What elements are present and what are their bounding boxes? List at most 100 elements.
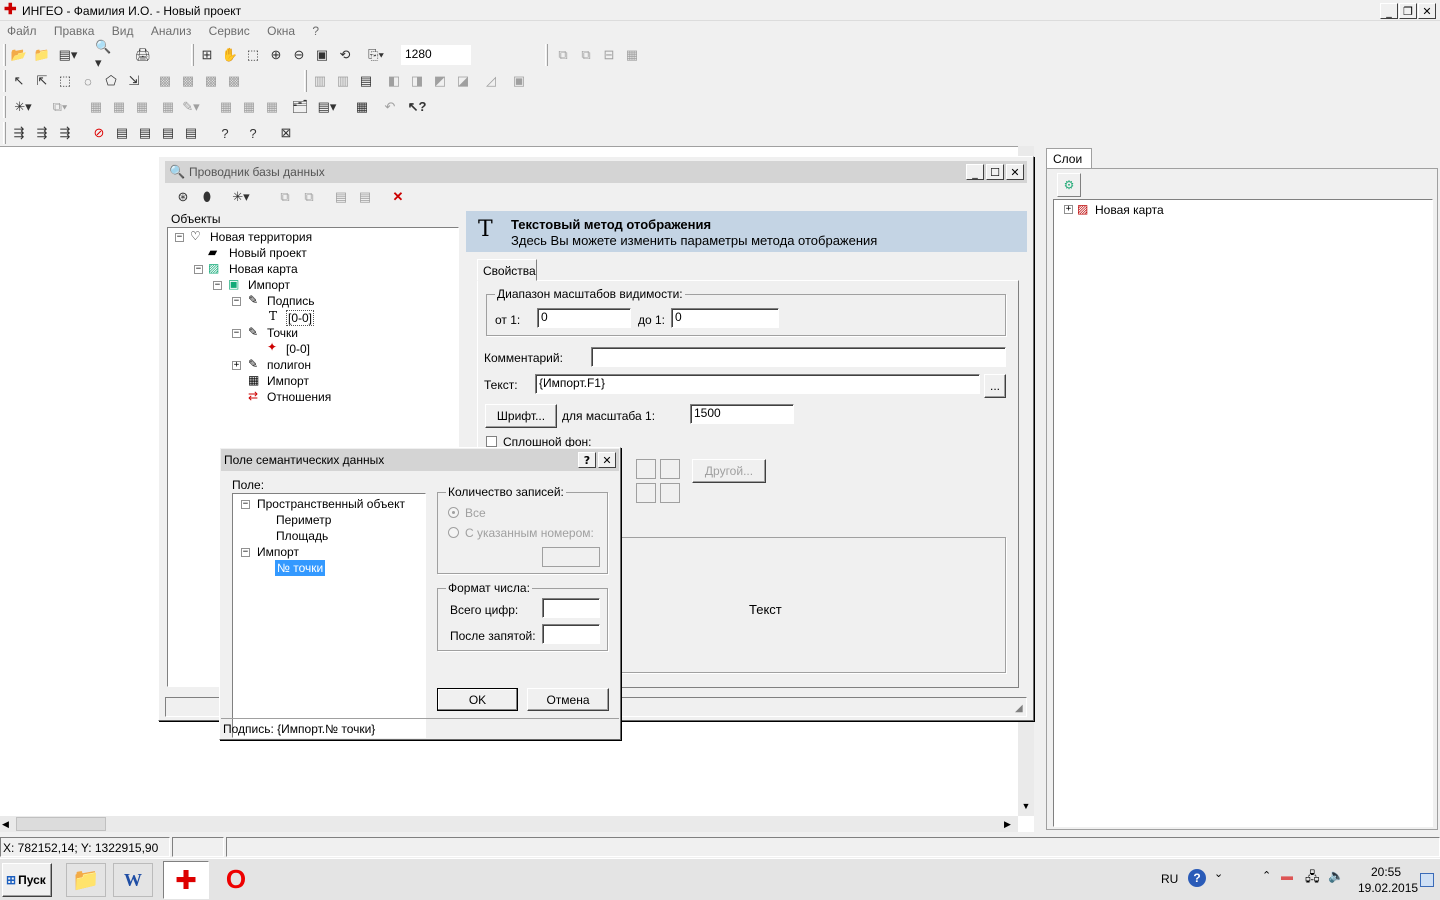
toolbar-grip[interactable] [3, 96, 6, 118]
tree-item[interactable]: Пространственный объект [257, 497, 405, 511]
select-line-icon[interactable]: ⇲ [124, 71, 144, 91]
scroll-down-arrow-icon[interactable]: ▼ [1018, 798, 1034, 814]
collapse-icon[interactable]: − [241, 500, 250, 509]
menu-service[interactable]: Сервис [209, 24, 250, 38]
layers-tab[interactable]: Слои [1046, 148, 1092, 169]
zoom-window-icon[interactable]: ⬚ [243, 45, 263, 65]
toolbar-grip[interactable] [3, 122, 6, 144]
obj-a-icon[interactable]: ▦ [86, 97, 106, 117]
minimize-button[interactable]: _ [1380, 3, 1398, 19]
dialog-close-button[interactable]: ✕ [598, 452, 616, 468]
db-paste-icon[interactable]: ⧉ [299, 187, 319, 207]
db-b-icon[interactable]: ▤ [135, 123, 155, 143]
obj-b-icon[interactable]: ▦ [109, 97, 129, 117]
tree-item[interactable]: Новая территория [210, 230, 312, 244]
tree-item[interactable]: Подпись [267, 294, 315, 308]
scale-input[interactable]: 1280 [401, 45, 471, 65]
subtract-icon[interactable]: ◩ [430, 71, 450, 91]
radio-all[interactable] [448, 507, 459, 518]
record-number-input[interactable] [542, 547, 600, 567]
print-icon[interactable]: 🖨 [133, 45, 153, 65]
layers-tree-item[interactable]: Новая карта [1095, 203, 1164, 217]
query-a-icon[interactable]: ? [215, 123, 235, 143]
db-open-icon[interactable]: ⬮ [197, 187, 217, 207]
tree-item[interactable]: Новая карта [229, 262, 298, 276]
cut-line-icon[interactable]: ◿ [481, 71, 501, 91]
menu-file[interactable]: Файл [7, 24, 37, 38]
calculator-icon[interactable]: ▦ [622, 45, 642, 65]
color-swatch[interactable] [660, 483, 680, 503]
copy-window-icon[interactable]: ⧉ [576, 45, 596, 65]
collapse-icon[interactable]: − [194, 265, 203, 274]
scroll-right-arrow-icon[interactable]: ▶ [1004, 816, 1018, 832]
db-c-icon[interactable]: ▤ [158, 123, 178, 143]
zoom-in-icon[interactable]: ⊕ [266, 45, 286, 65]
open-project-icon[interactable]: 📂 [9, 45, 29, 65]
db-minimize-button[interactable]: _ [966, 164, 984, 180]
toolbar-grip[interactable] [3, 70, 6, 92]
help-tray-icon[interactable]: ? [1188, 869, 1206, 887]
tree-item-selected[interactable]: № точки [275, 560, 326, 576]
ok-button[interactable]: OK [437, 688, 518, 711]
layer-settings-icon[interactable]: ⚙ [1057, 173, 1081, 197]
collapse-icon[interactable]: − [232, 297, 241, 306]
db-d-icon[interactable]: ▤ [181, 123, 201, 143]
edit-d-icon[interactable]: ▩ [224, 71, 244, 91]
arrange-icon[interactable]: ⊟ [599, 45, 619, 65]
route-a-icon[interactable]: ⇶ [9, 123, 29, 143]
db-maximize-button[interactable]: ☐ [986, 164, 1004, 180]
db-up-icon[interactable]: ▤ [331, 187, 351, 207]
total-digits-input[interactable] [542, 598, 600, 618]
resize-grip-icon[interactable]: ◢ [1015, 703, 1023, 714]
toolbar-grip[interactable] [191, 44, 194, 66]
expand-icon[interactable]: + [1064, 205, 1073, 214]
xor-icon[interactable]: ◪ [453, 71, 473, 91]
stop-icon[interactable]: ⊘ [89, 123, 109, 143]
flag-tray-icon[interactable]: ▬ [1281, 869, 1293, 883]
hscroll-thumb[interactable] [16, 817, 106, 831]
whats-this-icon[interactable]: ↖? [407, 97, 427, 117]
show-hidden-icons-icon[interactable]: ⌃ [1262, 869, 1271, 882]
select-rect-icon[interactable]: ⬚ [55, 71, 75, 91]
route-c-icon[interactable]: ⇶ [55, 123, 75, 143]
radio-numbered[interactable] [448, 527, 459, 538]
menu-edit[interactable]: Правка [54, 24, 95, 38]
toolbar-grip[interactable] [545, 44, 548, 66]
collapse-icon[interactable]: − [175, 233, 184, 242]
intersect-icon[interactable]: ◨ [407, 71, 427, 91]
db-a-icon[interactable]: ▤ [112, 123, 132, 143]
tree-item[interactable]: Площадь [276, 529, 328, 543]
db-down-icon[interactable]: ▤ [355, 187, 375, 207]
undo-icon[interactable]: ↶ [380, 97, 400, 117]
frame-icon[interactable]: ▣ [509, 71, 529, 91]
tree-item[interactable]: Импорт [248, 278, 290, 292]
other-color-button[interactable]: Другой... [692, 459, 766, 483]
tree-item[interactable]: [0-0] [286, 310, 315, 326]
comment-input[interactable] [591, 347, 1006, 367]
db-explorer-icon[interactable]: 🗂 [290, 97, 310, 117]
volume-tray-icon[interactable]: 🔈 [1328, 868, 1344, 884]
tree-item[interactable]: полигон [267, 358, 311, 372]
language-indicator[interactable]: RU [1161, 872, 1178, 886]
select-polygon-icon[interactable]: ⬠ [101, 71, 121, 91]
color-swatch[interactable] [660, 459, 680, 479]
report-icon[interactable]: ▦ [352, 97, 372, 117]
to-scale-input[interactable]: 0 [671, 308, 779, 328]
expand-icon[interactable]: + [232, 361, 241, 370]
copy-object-dropdown-icon[interactable]: ⧉▾ [50, 97, 70, 117]
collapse-icon[interactable]: − [213, 281, 222, 290]
start-button[interactable]: ⊞ Пуск [2, 863, 52, 897]
font-button[interactable]: Шрифт... [485, 404, 557, 428]
solid-bg-checkbox[interactable] [486, 436, 497, 447]
font-scale-input[interactable]: 1500 [690, 404, 794, 424]
ingeo-taskbar-icon[interactable]: ✚ [163, 861, 209, 899]
select-node-icon[interactable]: ⇱ [32, 71, 52, 91]
db-connect-icon[interactable]: ⊛ [173, 187, 193, 207]
search-dropdown-icon[interactable]: 🔍▾ [95, 39, 115, 70]
obj-c-icon[interactable]: ▦ [132, 97, 152, 117]
scale-dropdown-icon[interactable]: ⎘▾ [366, 45, 386, 65]
clock-time[interactable]: 20:55 [1371, 865, 1401, 879]
cancel-button[interactable]: Отмена [527, 688, 609, 711]
explorer-taskbar-icon[interactable]: 📁 [66, 863, 106, 897]
zoom-previous-icon[interactable]: ⟲ [335, 45, 355, 65]
